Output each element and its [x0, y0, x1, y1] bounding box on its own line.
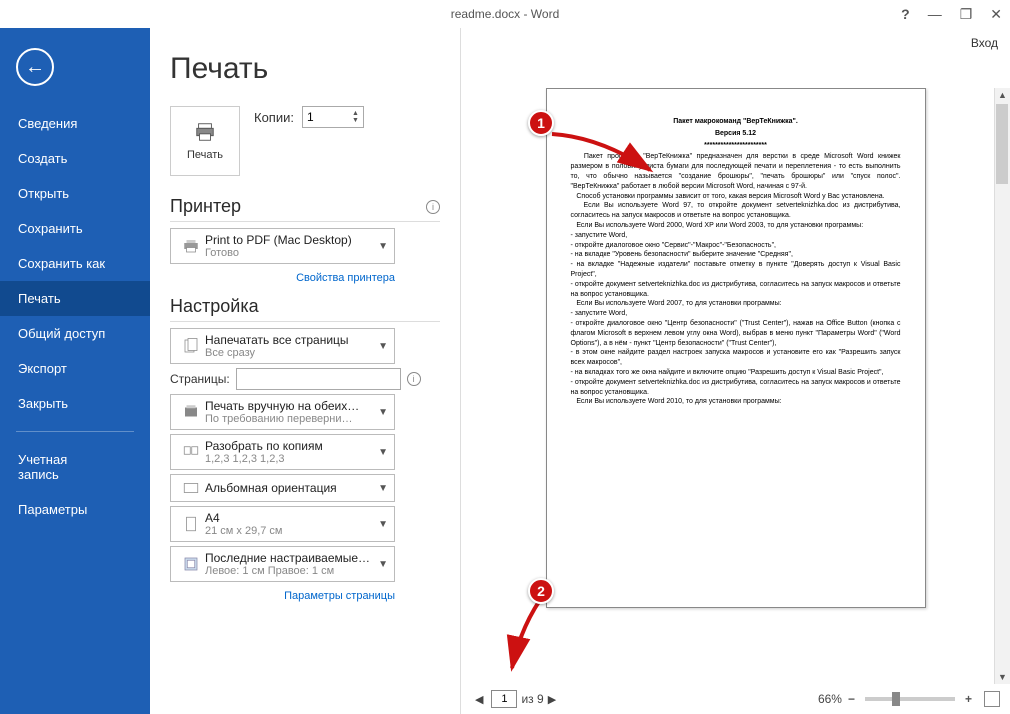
- orientation-icon: [182, 479, 200, 497]
- copies-value: 1: [307, 110, 314, 124]
- scroll-down-icon[interactable]: ▼: [996, 670, 1009, 684]
- page-title: Печать: [170, 52, 440, 86]
- chevron-down-icon: ▼: [378, 341, 388, 352]
- annotation-marker-2: 2: [528, 578, 554, 604]
- duplex-primary: Печать вручную на обеих…: [205, 399, 378, 413]
- nav-close[interactable]: Закрыть: [0, 386, 150, 421]
- print-scope-combo[interactable]: Напечатать все страницы Все сразу ▼: [170, 328, 395, 364]
- zoom-out-button[interactable]: −: [842, 692, 861, 706]
- collate-secondary: 1,2,3 1,2,3 1,2,3: [205, 453, 378, 465]
- close-icon[interactable]: ✕: [990, 6, 1002, 23]
- margins-icon: [182, 555, 200, 573]
- margins-combo[interactable]: Последние настраиваемые… Левое: 1 см Пра…: [170, 546, 395, 582]
- printer-section-title: Принтер: [170, 196, 241, 217]
- printer-icon: [194, 121, 216, 143]
- page-setup-link[interactable]: Параметры страницы: [284, 590, 395, 602]
- nav-print[interactable]: Печать: [0, 281, 150, 316]
- nav-new[interactable]: Создать: [0, 141, 150, 176]
- chevron-down-icon: ▼: [378, 519, 388, 530]
- paper-secondary: 21 см x 29,7 см: [205, 525, 378, 537]
- minimize-icon[interactable]: —: [928, 6, 942, 23]
- pages-input[interactable]: [236, 368, 401, 390]
- chevron-down-icon: ▼: [378, 241, 388, 252]
- next-page-button[interactable]: ▶: [544, 693, 560, 706]
- collate-combo[interactable]: Разобрать по копиям 1,2,3 1,2,3 1,2,3 ▼: [170, 434, 395, 470]
- zoom-fit-button[interactable]: [984, 691, 1000, 707]
- pages-info-icon[interactable]: i: [407, 372, 421, 386]
- spinner-up-icon[interactable]: ▲: [352, 110, 359, 117]
- zoom-slider[interactable]: [865, 697, 955, 701]
- nav-info[interactable]: Сведения: [0, 106, 150, 141]
- prev-page-button[interactable]: ◀: [471, 693, 487, 706]
- printer-device-icon: [182, 237, 200, 255]
- doc-stars: ***********************: [571, 141, 901, 151]
- nav-options[interactable]: Параметры: [0, 492, 150, 527]
- settings-section-title: Настройка: [170, 296, 259, 317]
- preview-footer: ◀ из 9 ▶ 66% − +: [461, 684, 1010, 714]
- orient-primary: Альбомная ориентация: [205, 481, 378, 495]
- pages-label: Страницы:: [170, 372, 230, 386]
- back-arrow-icon: ←: [25, 56, 45, 79]
- duplex-combo[interactable]: Печать вручную на обеих… По требованию п…: [170, 394, 395, 430]
- preview-page: Пакет макрокоманд "ВерТеКнижка". Версия …: [546, 88, 926, 608]
- collate-icon: [182, 443, 200, 461]
- chevron-down-icon: ▼: [378, 559, 388, 570]
- margins-secondary: Левое: 1 см Правое: 1 см: [205, 565, 378, 577]
- copies-label: Копии:: [254, 110, 294, 125]
- spinner-down-icon[interactable]: ▼: [352, 117, 359, 124]
- doc-title-1: Пакет макрокоманд "ВерТеКнижка".: [571, 117, 901, 127]
- page-number-input[interactable]: [491, 690, 517, 708]
- paper-primary: A4: [205, 511, 378, 525]
- margins-primary: Последние настраиваемые…: [205, 551, 378, 565]
- nav-share[interactable]: Общий доступ: [0, 316, 150, 351]
- doc-title-2: Версия 5.12: [571, 129, 901, 139]
- printer-info-icon[interactable]: i: [426, 200, 440, 214]
- back-button[interactable]: ←: [16, 48, 54, 86]
- page-total-label: из 9: [521, 692, 543, 706]
- preview-scrollbar[interactable]: ▲ ▼: [994, 88, 1010, 684]
- chevron-down-icon: ▼: [378, 407, 388, 418]
- print-settings-panel: Печать Печать Копии: 1 ▲▼ Принтер i: [150, 28, 450, 714]
- collate-primary: Разобрать по копиям: [205, 439, 378, 453]
- printer-combo[interactable]: Print to PDF (Mac Desktop) Готово ▼: [170, 228, 395, 264]
- scroll-up-icon[interactable]: ▲: [996, 88, 1009, 102]
- restore-icon[interactable]: ❐: [960, 6, 973, 23]
- scope-secondary: Все сразу: [205, 347, 378, 359]
- nav-saveas[interactable]: Сохранить как: [0, 246, 150, 281]
- zoom-value: 66%: [818, 692, 842, 706]
- chevron-down-icon: ▼: [378, 483, 388, 494]
- printer-status: Готово: [205, 247, 378, 259]
- duplex-secondary: По требованию переверни…: [205, 413, 378, 425]
- chevron-down-icon: ▼: [378, 447, 388, 458]
- duplex-icon: [182, 403, 200, 421]
- doc-body: Пакет программ "ВерТеКнижка" предназначе…: [571, 152, 901, 407]
- nav-account[interactable]: Учетная запись: [0, 442, 150, 492]
- nav-export[interactable]: Экспорт: [0, 351, 150, 386]
- help-icon[interactable]: ?: [901, 6, 910, 23]
- nav-open[interactable]: Открыть: [0, 176, 150, 211]
- print-button[interactable]: Печать: [170, 106, 240, 176]
- scope-primary: Напечатать все страницы: [205, 333, 378, 347]
- print-button-label: Печать: [187, 149, 223, 161]
- annotation-marker-1: 1: [528, 110, 554, 136]
- zoom-in-button[interactable]: +: [959, 692, 978, 706]
- pages-stack-icon: [182, 337, 200, 355]
- window-title: readme.docx - Word: [451, 7, 560, 21]
- printer-props-link[interactable]: Свойства принтера: [296, 272, 395, 284]
- backstage-sidebar: ← Сведения Создать Открыть Сохранить Сох…: [0, 28, 150, 714]
- printer-name: Print to PDF (Mac Desktop): [205, 233, 378, 247]
- orientation-combo[interactable]: Альбомная ориентация ▼: [170, 474, 395, 502]
- nav-save[interactable]: Сохранить: [0, 211, 150, 246]
- paper-icon: [182, 515, 200, 533]
- scroll-thumb[interactable]: [996, 104, 1008, 184]
- copies-stepper[interactable]: 1 ▲▼: [302, 106, 364, 128]
- paper-combo[interactable]: A4 21 см x 29,7 см ▼: [170, 506, 395, 542]
